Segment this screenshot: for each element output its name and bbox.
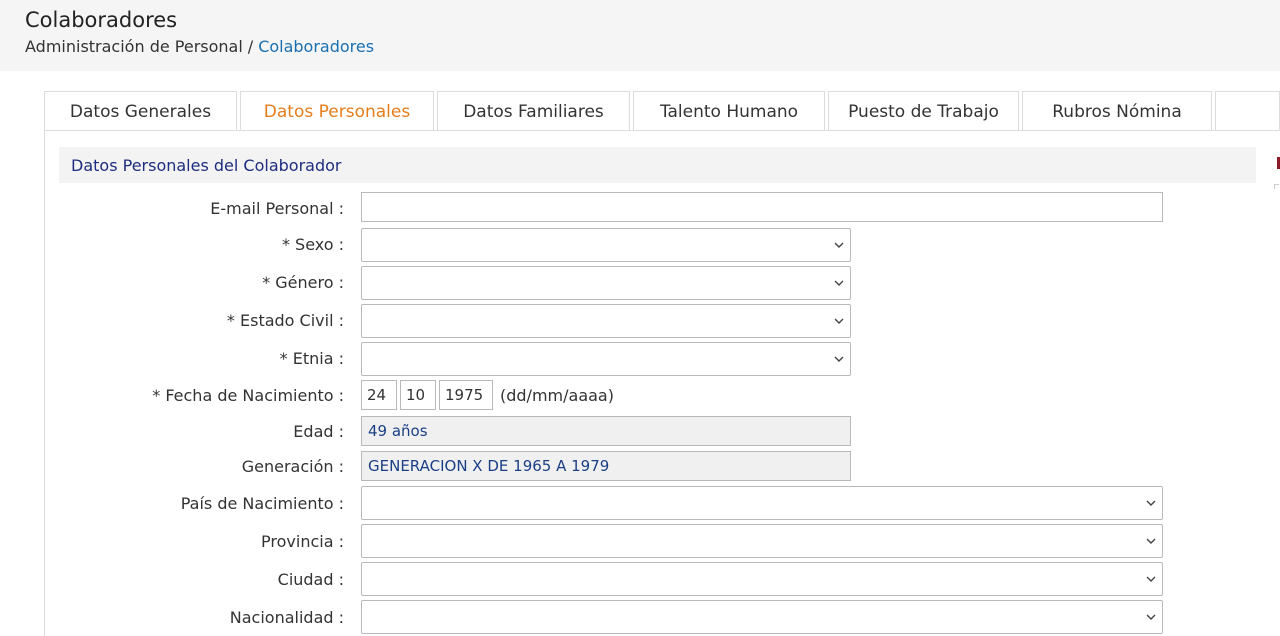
chevron-down-icon: [834, 356, 844, 362]
chevron-down-icon: [1146, 538, 1156, 544]
panel-border: [44, 131, 45, 636]
provincia-select[interactable]: [361, 524, 1163, 558]
section-title: Datos Personales del Colaborador: [71, 156, 342, 175]
tab-rubros-nomina[interactable]: Rubros Nómina: [1022, 91, 1212, 131]
chevron-down-icon: [1146, 500, 1156, 506]
etnia-label: * Etnia :: [279, 349, 344, 368]
estado-civil-label: * Estado Civil :: [226, 311, 344, 330]
tab-datos-personales[interactable]: Datos Personales: [240, 91, 434, 131]
side-panel-corner: [1274, 184, 1279, 189]
tab-puesto-de-trabajo[interactable]: Puesto de Trabajo: [828, 91, 1019, 131]
email-input[interactable]: [361, 192, 1163, 222]
page-header: Colaboradores Administración de Personal…: [0, 0, 1280, 71]
breadcrumb-separator: /: [247, 37, 254, 56]
estado-civil-select[interactable]: [361, 304, 851, 338]
nacionalidad-label: Nacionalidad :: [229, 608, 344, 627]
section-header: Datos Personales del Colaborador: [59, 147, 1256, 183]
chevron-down-icon: [1146, 576, 1156, 582]
nacionalidad-select[interactable]: [361, 600, 1163, 634]
chevron-down-icon: [834, 318, 844, 324]
tab-datos-generales[interactable]: Datos Generales: [44, 91, 237, 131]
fecha-format-hint: (dd/mm/aaaa): [500, 386, 614, 405]
chevron-down-icon: [834, 280, 844, 286]
tab-overflow[interactable]: [1215, 91, 1280, 131]
pais-nacimiento-label: País de Nacimiento :: [180, 494, 344, 513]
tab-talento-humano[interactable]: Talento Humano: [633, 91, 825, 131]
breadcrumb: Administración de Personal / Colaboradores: [25, 37, 374, 56]
genero-select[interactable]: [361, 266, 851, 300]
generacion-readonly-field: GENERACION X DE 1965 A 1979: [361, 451, 851, 481]
pais-nacimiento-select[interactable]: [361, 486, 1163, 520]
edad-readonly-field: 49 años: [361, 416, 851, 446]
page-title: Colaboradores: [25, 8, 178, 32]
breadcrumb-parent: Administración de Personal: [25, 37, 243, 56]
tab-bar: Datos Generales Datos Personales Datos F…: [44, 91, 1280, 131]
sexo-label: * Sexo :: [281, 235, 344, 254]
generacion-label: Generación :: [241, 457, 344, 476]
ciudad-select[interactable]: [361, 562, 1163, 596]
edad-label: Edad :: [293, 422, 344, 441]
fecha-nacimiento-label: * Fecha de Nacimiento :: [152, 386, 344, 405]
fecha-year-input[interactable]: [439, 380, 493, 410]
provincia-label: Provincia :: [261, 532, 344, 551]
chevron-down-icon: [834, 242, 844, 248]
email-label: E-mail Personal :: [210, 199, 344, 218]
chevron-down-icon: [1146, 614, 1156, 620]
genero-label: * Género :: [262, 273, 344, 292]
breadcrumb-current-link[interactable]: Colaboradores: [258, 37, 374, 56]
sexo-select[interactable]: [361, 228, 851, 262]
fecha-month-input[interactable]: [400, 380, 436, 410]
ciudad-label: Ciudad :: [277, 570, 344, 589]
etnia-select[interactable]: [361, 342, 851, 376]
tab-datos-familiares[interactable]: Datos Familiares: [437, 91, 630, 131]
fecha-day-input[interactable]: [361, 380, 397, 410]
